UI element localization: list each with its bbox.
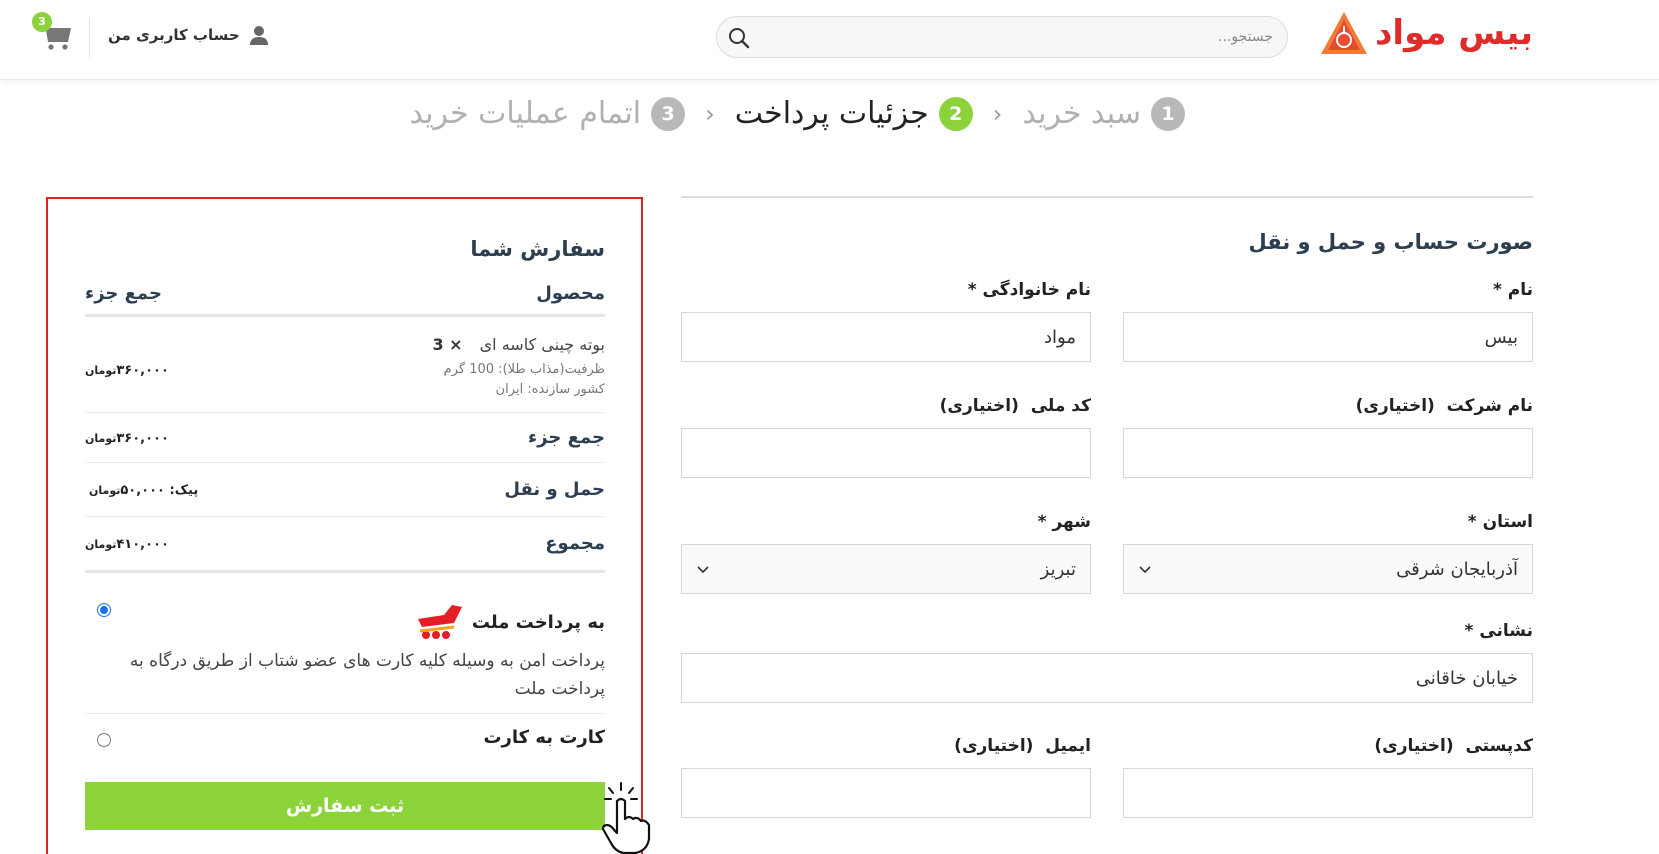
order-title: سفارش شما [470,237,605,261]
company-input[interactable] [1123,428,1533,478]
account-label: حساب کاربری من [108,26,240,44]
shipping-value: پیک: ۵۰,۰۰۰تومان [89,483,199,498]
checkout-steps: 1 سبد خرید ‹ 2 جزئیات پرداخت ‹ 3 اتمام ع… [409,96,1185,131]
subtotal-label: جمع جزء [528,427,605,448]
product-qty: × 3 [432,335,463,354]
payment-method-mellat[interactable]: به پرداخت ملت پرداخت امن به وسیله کلیه ک… [85,579,605,714]
chevron-left-icon: ‹ [992,99,1003,128]
step-number: 2 [938,96,973,131]
site-header: بیس مواد حساب کاربری من 3 [0,0,1659,80]
order-table-header: محصول جمع جزء [85,283,605,317]
last-name-label: نام خانوادگی * [967,280,1091,300]
company-field: نام شرکت (اختیاری) [1123,396,1533,478]
city-select[interactable]: تبریز [681,544,1091,594]
cart-count-badge: 3 [32,12,52,32]
subtotal-row: جمع جزء ۳۶۰,۰۰۰تومان [85,415,605,463]
total-label: مجموع [545,533,605,554]
address-input[interactable]: خیابان خاقانی [681,653,1533,703]
step-complete: 3 اتمام عملیات خرید [409,96,686,131]
national-code-label: کد ملی (اختیاری) [939,396,1091,416]
divider [681,196,1533,198]
product-capacity: ظرفیت(مذاب طلا): 100 گرم [443,362,605,377]
product-price: ۳۶۰,۰۰۰تومان [85,363,169,378]
email-input[interactable] [681,768,1091,818]
city-field: شهر * تبریز [681,512,1091,594]
step-label: اتمام عملیات خرید [409,96,642,131]
cart-button[interactable]: 3 [32,12,72,52]
shipping-label: حمل و نقل [504,479,605,500]
order-item-row: بوته چینی کاسه ای × 3 ظرفیت(مذاب طلا): 1… [85,319,605,413]
first-name-input[interactable]: بیس [1123,312,1533,362]
email-field: ایمیل (اختیاری) [681,736,1091,818]
account-link[interactable]: حساب کاربری من [108,24,270,46]
chevron-left-icon: ‹ [705,99,715,128]
last-name-input[interactable]: مواد [681,312,1091,362]
first-name-label: نام * [1492,280,1533,300]
mellat-logo-icon [417,605,462,639]
national-code-field: کد ملی (اختیاری) [681,396,1091,478]
shipping-row: حمل و نقل پیک: ۵۰,۰۰۰تومان [85,465,605,517]
address-label: نشانی * [1464,621,1533,641]
step-cart[interactable]: 1 سبد خرید [1022,96,1185,131]
payment-method-card[interactable]: کارت به کارت [85,717,605,767]
province-label: استان * [1467,512,1533,532]
step-label: جزئیات پرداخت [734,96,929,131]
step-number: 3 [651,96,686,131]
email-label: ایمیل (اختیاری) [954,736,1091,756]
total-row: مجموع ۴۱۰,۰۰۰تومان [85,519,605,573]
header-divider [89,18,90,58]
subtotal-value: ۳۶۰,۰۰۰تومان [85,431,169,446]
postcode-field: کدپستی (اختیاری) [1123,736,1533,818]
first-name-field: نام * بیس [1123,280,1533,362]
mellat-title: به پرداخت ملت [414,601,605,643]
search-input[interactable] [773,25,1273,49]
chevron-down-icon [697,566,709,574]
province-select[interactable]: آذربایجان شرقی [1123,544,1533,594]
logo-text: بیس مواد [1374,13,1534,53]
mellat-label: به پرداخت ملت [471,611,605,633]
postcode-label: کدپستی (اختیاری) [1374,736,1533,756]
total-value: ۴۱۰,۰۰۰تومان [85,537,169,552]
col-subtotal: جمع جزء [85,283,162,304]
step-number: 1 [1151,96,1185,131]
billing-title: صورت حساب و حمل و نقل [1248,230,1533,254]
city-label: شهر * [1037,512,1091,532]
card-label: کارت به کارت [483,727,605,748]
logo-triangle-icon [1320,12,1367,54]
mellat-description: پرداخت امن به وسیله کلیه کارت های عضو شت… [129,651,605,699]
step-payment-details: 2 جزئیات پرداخت [735,96,973,131]
product-name: بوته چینی کاسه ای [479,335,605,354]
mellat-radio[interactable] [97,603,111,617]
company-label: نام شرکت (اختیاری) [1355,396,1533,416]
last-name-field: نام خانوادگی * مواد [681,280,1091,362]
chevron-down-icon [1139,566,1151,574]
search-icon[interactable] [727,26,751,50]
site-logo[interactable]: بیس مواد [1319,10,1534,56]
hand-cursor-icon [601,782,651,854]
product-origin: کشور سازنده: ایران [495,382,605,397]
place-order-button[interactable]: ثبت سفارش [85,782,605,830]
order-summary: سفارش شما محصول جمع جزء بوته چینی کاسه ا… [46,197,651,854]
search-bar [716,16,1288,58]
step-label: سبد خرید [1022,96,1141,131]
national-code-input[interactable] [681,428,1091,478]
user-icon [249,26,268,45]
address-field: نشانی * خیابان خاقانی [681,621,1533,703]
province-field: استان * آذربایجان شرقی [1123,512,1533,594]
postcode-input[interactable] [1123,768,1533,818]
card-radio[interactable] [97,733,111,747]
col-product: محصول [536,283,605,304]
